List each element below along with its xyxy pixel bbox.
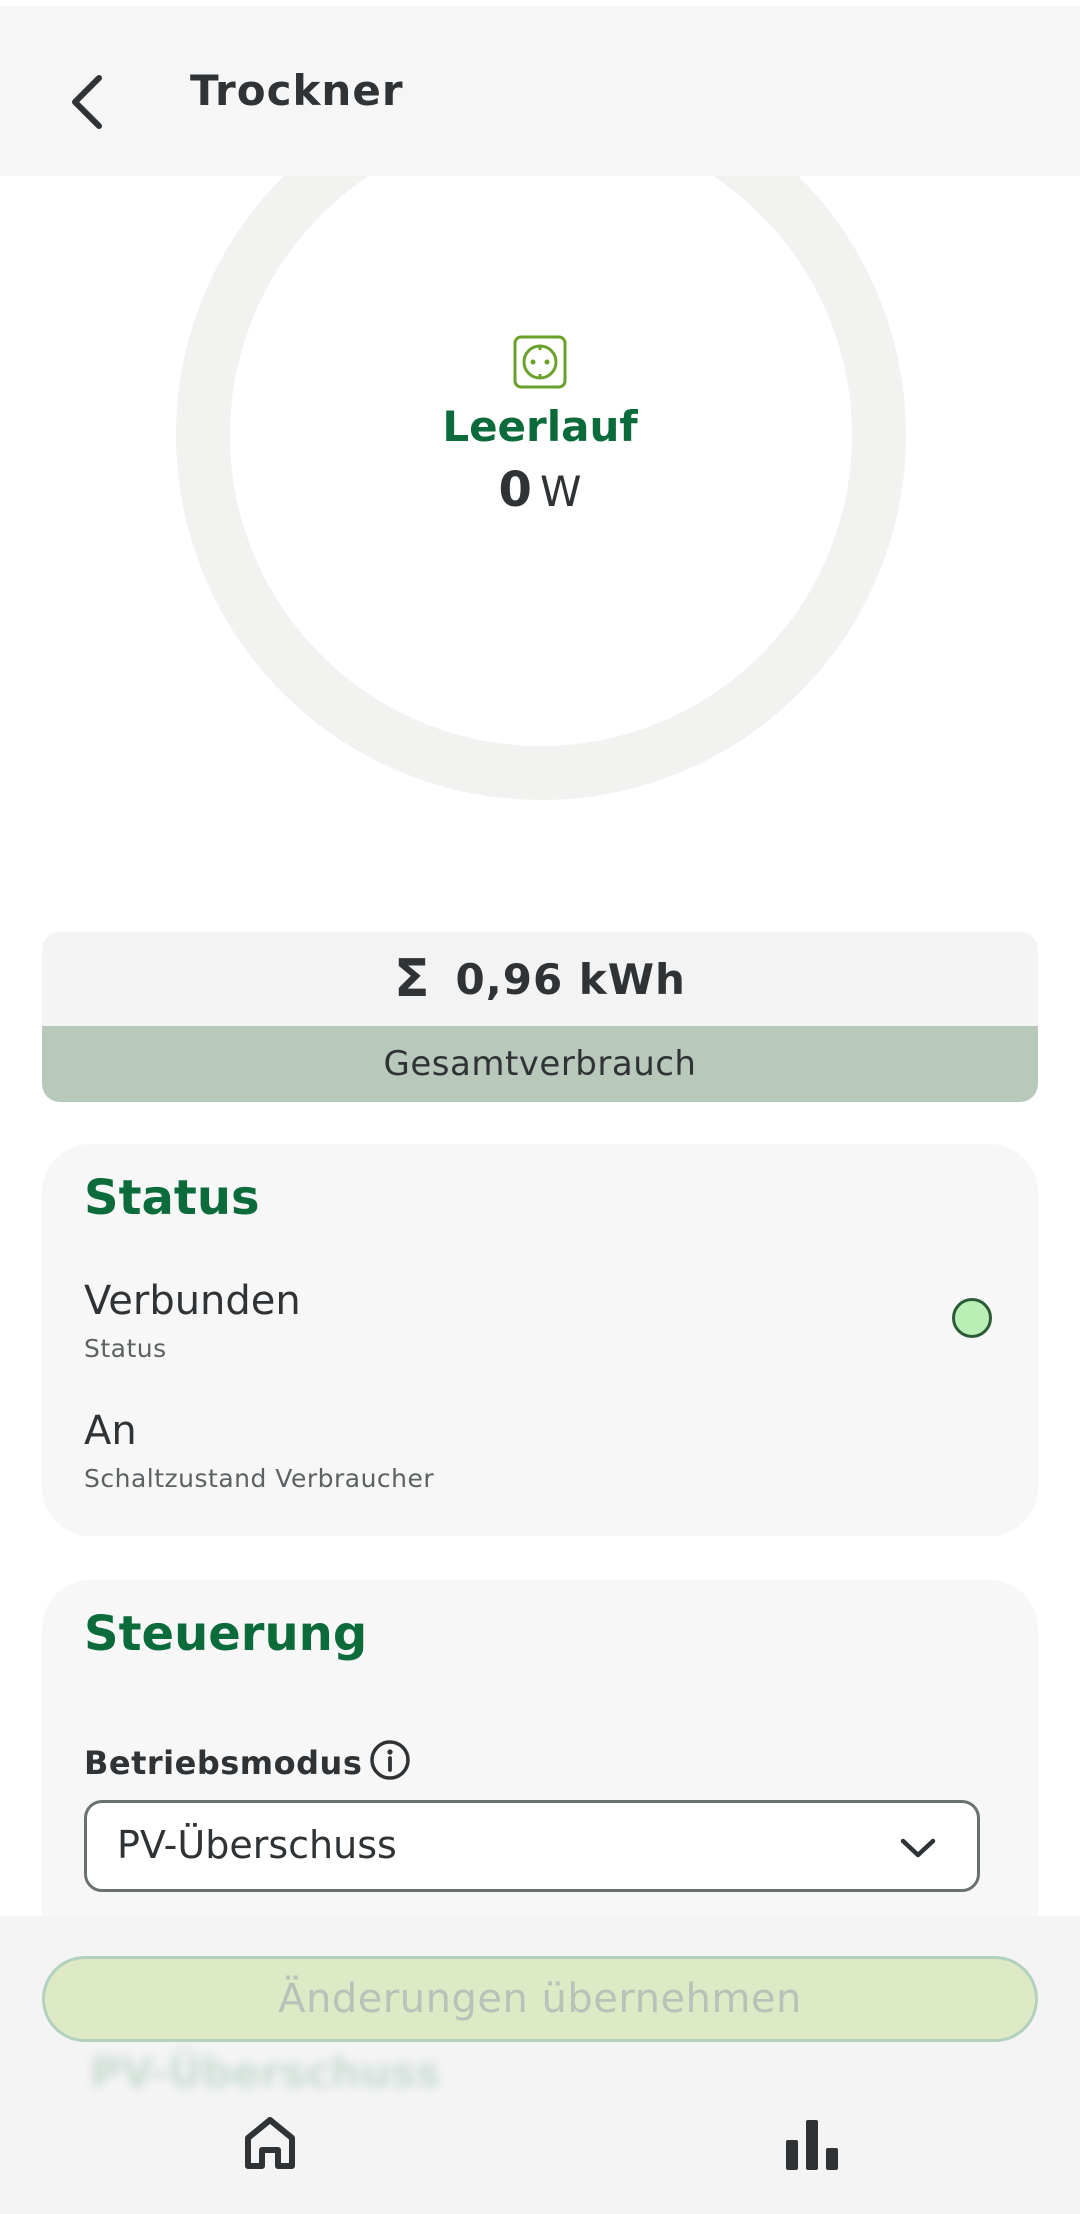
blurred-background-text: PV-Überschuss	[90, 2048, 441, 2097]
chevron-left-icon	[72, 75, 102, 129]
current-power: 0W	[0, 462, 1080, 518]
operating-mode-select[interactable]: PV-Überschuss	[84, 1800, 980, 1892]
total-consumption-label: Gesamtverbrauch	[42, 1026, 1038, 1102]
power-value: 0	[498, 462, 532, 518]
home-icon[interactable]	[240, 2112, 300, 2172]
page-title: Trockner	[190, 66, 404, 115]
status-card-title: Status	[84, 1170, 260, 1226]
bar-chart-icon[interactable]	[784, 2118, 840, 2170]
total-consumption-value: 0,96 kWh	[455, 954, 686, 1004]
status-card: Status Verbunden Status An Schaltzustand…	[42, 1144, 1038, 1536]
header-background	[0, 6, 1080, 176]
apply-changes-button[interactable]: Änderungen übernehmen	[42, 1956, 1038, 2042]
device-state-label: Leerlauf	[442, 402, 638, 451]
connection-status-label: Status	[84, 1334, 167, 1363]
switch-state-label: Schaltzustand Verbraucher	[84, 1464, 435, 1493]
power-socket-icon	[513, 335, 567, 389]
power-unit: W	[539, 467, 582, 516]
operating-mode-label: Betriebsmodus	[84, 1744, 363, 1782]
operating-mode-value: PV-Überschuss	[117, 1823, 397, 1867]
control-card-title: Steuerung	[84, 1606, 368, 1662]
total-consumption-value-row: Σ 0,96 kWh	[42, 932, 1038, 1026]
info-icon[interactable]	[368, 1738, 412, 1782]
chevron-down-icon	[900, 1838, 936, 1858]
switch-state-value: An	[84, 1408, 137, 1454]
connection-status-value: Verbunden	[84, 1278, 301, 1324]
connection-status-indicator	[952, 1298, 992, 1338]
sigma-icon: Σ	[394, 949, 430, 1009]
total-consumption-card: Σ 0,96 kWh Gesamtverbrauch	[42, 932, 1038, 1102]
back-button[interactable]	[52, 52, 122, 152]
